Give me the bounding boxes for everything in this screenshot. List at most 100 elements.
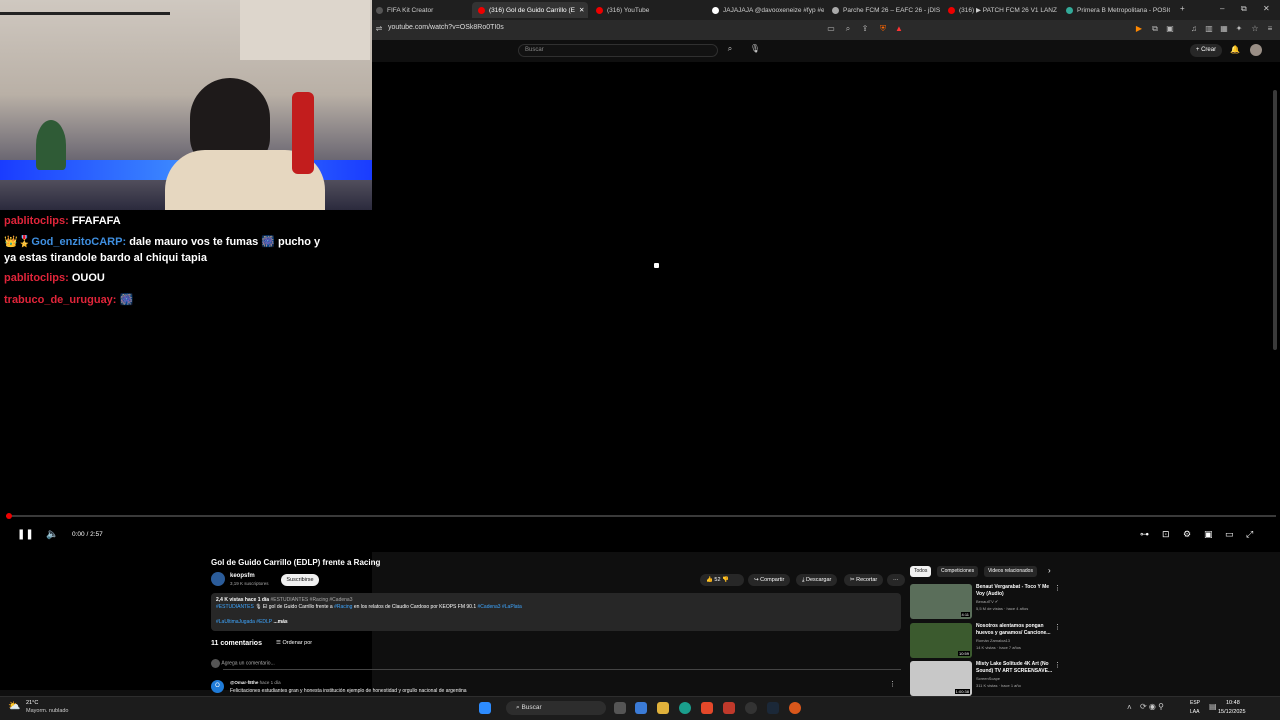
app-icon[interactable] xyxy=(723,702,735,714)
fullscreen-icon[interactable]: ⤢ xyxy=(1246,529,1253,540)
commenter-avatar[interactable]: O xyxy=(211,680,224,693)
language-indicator[interactable]: ESP xyxy=(1190,700,1200,706)
minimize-button[interactable]: – xyxy=(1220,4,1224,13)
microphone-icon[interactable]: 🎙 xyxy=(748,44,762,57)
new-tab-button[interactable]: + xyxy=(1180,4,1185,13)
recommended-title[interactable]: Benaut Vergarabat - Toco Y Me Voy (Audio… xyxy=(976,584,1056,597)
video-player[interactable] xyxy=(372,62,1280,552)
video-thumbnail[interactable]: 4:11 xyxy=(910,584,972,619)
chevron-right-icon[interactable]: › xyxy=(1048,566,1051,575)
play-icon[interactable]: ▶ xyxy=(1134,24,1144,34)
video-progress-bar[interactable] xyxy=(6,515,1276,517)
brave-shield-icon[interactable]: ⛨ xyxy=(878,24,888,34)
maximize-button[interactable]: ⧉ xyxy=(1241,4,1247,14)
progress-scrubber[interactable] xyxy=(6,513,12,519)
hashtag-link[interactable]: #Racing xyxy=(334,604,352,610)
channel-name[interactable]: keopsfm xyxy=(230,573,255,579)
start-icon[interactable] xyxy=(479,702,491,714)
share-button[interactable]: ↪ Compartir xyxy=(748,574,791,586)
channel-avatar[interactable] xyxy=(211,572,225,586)
browser-tab[interactable]: Primera B Metropolitana - POSICIO xyxy=(1060,2,1170,18)
dislike-icon[interactable]: 👎 xyxy=(721,577,729,583)
commenter-name[interactable]: @Omar-f8the xyxy=(230,680,258,685)
brave-icon[interactable] xyxy=(701,702,713,714)
search-icon[interactable]: ⌕ xyxy=(720,44,740,57)
vpn-icon[interactable]: ▦ xyxy=(1219,24,1229,34)
edge-icon[interactable] xyxy=(679,702,691,714)
subtitles-icon[interactable]: ⊡ xyxy=(1162,529,1170,540)
share-icon[interactable]: ⇪ xyxy=(860,24,870,34)
menu-icon[interactable]: ≡ xyxy=(1265,24,1275,34)
sidebar-icon[interactable]: ▥ xyxy=(1204,24,1214,34)
clock-date[interactable]: 15/12/2025 xyxy=(1218,709,1246,715)
notifications-icon[interactable]: 🔔 xyxy=(1230,45,1240,54)
add-comment-row[interactable]: Agrega un comentario... xyxy=(211,659,901,670)
recommended-channel[interactable]: BenautTV ✔ xyxy=(976,599,998,604)
file-explorer-icon[interactable] xyxy=(657,702,669,714)
hashtag-link[interactable]: #LaUltimaJugada #EDLP xyxy=(216,619,272,625)
settings-icon[interactable]: ⚙ xyxy=(1183,529,1191,540)
add-comment-input[interactable]: Agrega un comentario... xyxy=(221,661,274,667)
download-button[interactable]: ⤓ Descargar xyxy=(796,574,838,586)
widgets-icon[interactable] xyxy=(635,702,647,714)
avatar[interactable] xyxy=(1250,44,1262,56)
cast-icon[interactable]: ▭ xyxy=(826,24,836,34)
brave-rewards-icon[interactable]: ▲ xyxy=(894,24,904,34)
theater-icon[interactable]: ▭ xyxy=(1225,529,1234,540)
close-tab-icon[interactable]: ✕ xyxy=(579,6,584,14)
clock-time[interactable]: 10:48 xyxy=(1226,700,1240,706)
language-layout[interactable]: LAA xyxy=(1190,709,1199,715)
subscribe-button[interactable]: Suscribirse xyxy=(281,574,319,586)
autoplay-toggle[interactable]: ⊶ xyxy=(1140,529,1149,540)
video-menu-icon[interactable]: ⋮ xyxy=(1054,661,1061,669)
recommended-video[interactable]: 1:00:38 Misty Lake Solitude 4K Art (No So… xyxy=(910,661,1061,697)
tune-icon[interactable]: ⇌ xyxy=(374,24,384,34)
taskbar-search[interactable]: ⌕ Buscar xyxy=(506,701,606,715)
address-bar[interactable]: youtube.com/watch?v=OSk8Ro0TI0s xyxy=(388,24,504,31)
weather-icon[interactable]: ⛅ xyxy=(8,701,20,712)
network-icon[interactable]: ▤ xyxy=(1209,702,1217,711)
hashtag-link[interactable]: #ESTUDIANTES xyxy=(216,604,254,610)
show-more-link[interactable]: ...más xyxy=(273,619,287,625)
miniplayer-icon[interactable]: ▣ xyxy=(1204,529,1213,540)
wallet-icon[interactable]: ▣ xyxy=(1165,24,1175,34)
chevron-up-icon[interactable]: ˄ xyxy=(1127,703,1132,712)
clip-button[interactable]: ✂ Recortar xyxy=(844,574,884,586)
recommended-video[interactable]: 4:11 Benaut Vergarabat - Toco Y Me Voy (A… xyxy=(910,584,1061,620)
leo-icon[interactable]: ✦ xyxy=(1234,24,1244,34)
like-button[interactable]: 👍 52 👎 xyxy=(700,574,744,586)
filter-chip[interactable]: Todos xyxy=(910,566,932,577)
tray-icons[interactable]: ⟳ ◉ ⚲ xyxy=(1140,702,1164,711)
browser-tab[interactable]: JAJAJAJA @davooxeneize #fyp #e xyxy=(706,2,824,18)
recommended-video[interactable]: 10:59 Nosotros alentamos pongan huevos y … xyxy=(910,623,1061,659)
filter-chip[interactable]: Competiciones xyxy=(937,566,979,577)
weather-temp[interactable]: 21°C xyxy=(26,700,38,706)
comment-menu-icon[interactable]: ⋮ xyxy=(889,680,896,688)
pause-icon[interactable]: ❚❚ xyxy=(17,529,34,540)
app-icon[interactable] xyxy=(789,702,801,714)
video-menu-icon[interactable]: ⋮ xyxy=(1054,623,1061,631)
page-scrollbar[interactable] xyxy=(1273,90,1277,350)
extension-icon[interactable]: ⧉ xyxy=(1150,24,1160,34)
video-menu-icon[interactable]: ⋮ xyxy=(1054,584,1061,592)
sort-comments-button[interactable]: ☰ Ordenar por xyxy=(276,640,312,646)
zoom-icon[interactable]: ⌕ xyxy=(843,24,853,34)
recommended-title[interactable]: Nosotros alentamos pongan huevos y ganam… xyxy=(976,623,1056,636)
task-view-icon[interactable] xyxy=(614,702,626,714)
bookmark-icon[interactable]: ☆ xyxy=(1250,24,1260,34)
music-icon[interactable]: ♫ xyxy=(1189,24,1199,34)
browser-tab[interactable]: FIFA Kit Creator xyxy=(370,2,470,18)
more-actions-button[interactable]: ··· xyxy=(887,574,905,586)
weather-desc[interactable]: Mayorm. nublado xyxy=(26,708,69,714)
browser-tab[interactable]: Parche FCM 26 – EAFC 26 - jDISP xyxy=(826,2,940,18)
browser-tab[interactable]: (316) ▶ PATCH FCM 26 V1 LANZ xyxy=(942,2,1058,18)
browser-tab[interactable]: (316) YouTube xyxy=(590,2,704,18)
search-input[interactable]: Buscar xyxy=(518,44,718,57)
filter-chip[interactable]: Videos relacionados xyxy=(984,566,1037,577)
obs-icon[interactable] xyxy=(745,702,757,714)
video-thumbnail[interactable]: 1:00:38 xyxy=(910,661,972,696)
recommended-channel[interactable]: ScreenScape xyxy=(976,676,1000,681)
video-thumbnail[interactable]: 10:59 xyxy=(910,623,972,658)
recommended-title[interactable]: Misty Lake Solitude 4K Art (No Sound) TV… xyxy=(976,661,1056,674)
hashtag-link[interactable]: #Cadena3 #LaPlata xyxy=(478,604,522,610)
